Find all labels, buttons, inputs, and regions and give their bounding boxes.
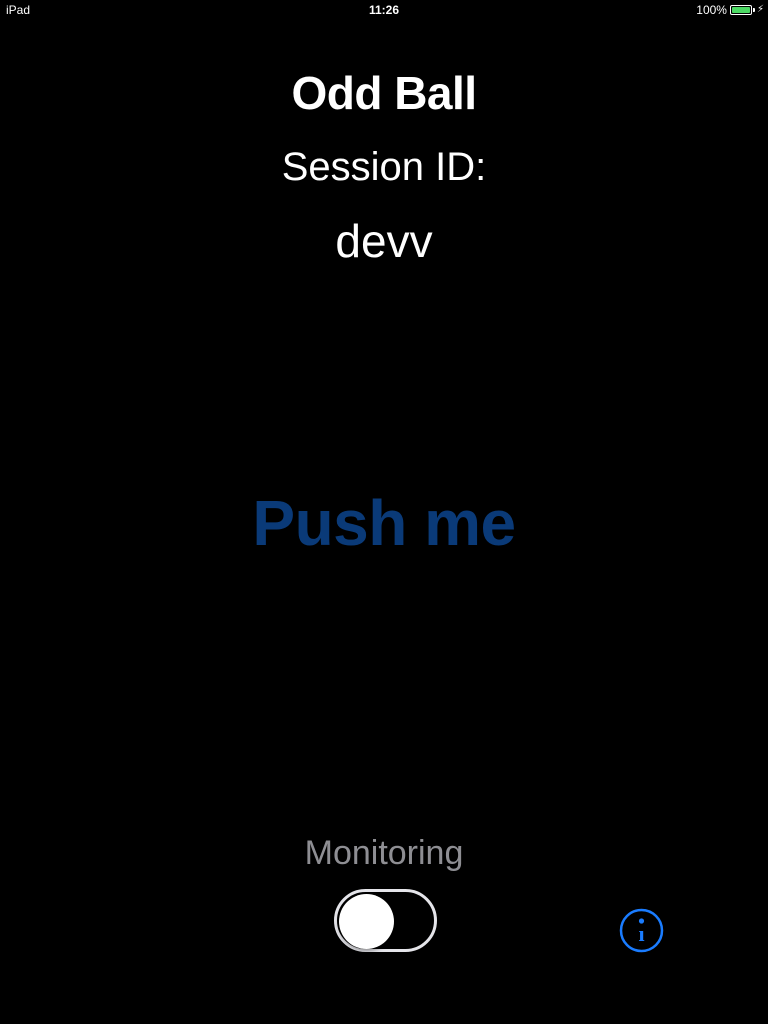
battery-level-fill: [731, 7, 750, 13]
status-bar: iPad 11:26 100% ⚡: [0, 0, 768, 20]
battery-cap: [752, 8, 755, 12]
battery-percent: 100%: [696, 3, 727, 17]
charging-bolt-icon: ⚡: [756, 4, 764, 15]
status-battery-group: 100% ⚡: [696, 0, 764, 20]
status-time: 11:26: [368, 3, 400, 17]
toggle-knob: [339, 894, 394, 949]
session-id-label: Session ID:: [281, 145, 487, 189]
info-button[interactable]: ı: [619, 908, 664, 953]
push-me-button[interactable]: Push me: [184, 483, 584, 563]
app-screen: iPad 11:26 100% ⚡ Odd Ball Session ID: d…: [0, 0, 768, 1024]
svg-text:ı: ı: [638, 921, 644, 946]
monitoring-label: Monitoring: [304, 834, 464, 872]
app-title: Odd Ball: [291, 67, 477, 119]
monitoring-toggle[interactable]: [334, 889, 437, 952]
info-circle-icon: ı: [619, 908, 664, 953]
battery-icon: [729, 5, 752, 15]
session-id-value: devv: [335, 215, 433, 267]
